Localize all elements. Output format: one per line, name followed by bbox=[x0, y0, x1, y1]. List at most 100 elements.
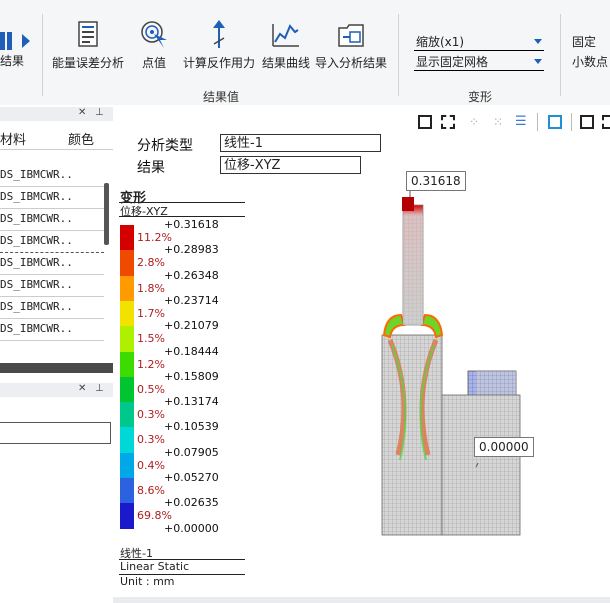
point-value-label: 点值 bbox=[141, 56, 166, 70]
legend-percent-label: 8.6% bbox=[137, 484, 165, 497]
legend-percent-label: 1.8% bbox=[137, 281, 165, 295]
legend-value-label: +0.05270 bbox=[164, 471, 219, 484]
model-right-body bbox=[441, 394, 521, 536]
material-name: DS_IBMCWR.. bbox=[0, 278, 73, 291]
close-icon[interactable]: ✕ bbox=[78, 107, 86, 118]
toolbar-divider bbox=[571, 113, 572, 131]
compute-reaction-force-label: 计算反作用力 bbox=[182, 56, 255, 70]
toolbar-divider bbox=[537, 113, 538, 131]
legend-value-label: +0.31618 bbox=[164, 218, 219, 231]
min-value-callout[interactable]: 0.00000 bbox=[474, 437, 534, 457]
legend-color-band bbox=[120, 351, 134, 378]
mesh-display-combo[interactable]: 显示固定网格 bbox=[414, 52, 544, 71]
results-tab-label: 结果 bbox=[0, 54, 25, 68]
select-elements-icon[interactable]: ⁙ bbox=[493, 115, 507, 129]
material-column-header[interactable]: 材料 bbox=[0, 129, 26, 148]
legend-color-band bbox=[120, 300, 134, 327]
material-name: DS_IBMCWR.. bbox=[0, 300, 73, 313]
panel-header: ✕ ⊥ bbox=[0, 383, 113, 397]
horizontal-scrollbar[interactable] bbox=[0, 363, 113, 373]
analysis-type-value: 线性-1 bbox=[224, 136, 263, 151]
dashed-box-icon[interactable] bbox=[441, 115, 455, 129]
model-arm-left bbox=[382, 313, 406, 339]
max-value-text: 0.31618 bbox=[411, 174, 461, 188]
result-curve-button[interactable]: 结果曲线 bbox=[260, 20, 312, 71]
result-curve-icon bbox=[272, 24, 299, 47]
material-row[interactable]: DS_IBMCWR.. bbox=[0, 164, 104, 187]
material-name: DS_IBMCWR.. bbox=[0, 212, 73, 225]
import-analysis-results-button[interactable]: 导入分析结果 bbox=[314, 20, 388, 71]
legend-color-band bbox=[120, 452, 134, 479]
legend-color-band bbox=[120, 402, 134, 429]
material-row[interactable]: DS_IBMCWR.. bbox=[0, 230, 104, 253]
legend-percent-label: 11.2% bbox=[137, 231, 172, 244]
material-name: DS_IBMCWR.. bbox=[0, 168, 73, 181]
compute-reaction-force-button[interactable]: 计算反作用力 bbox=[181, 20, 257, 71]
fea-model[interactable] bbox=[368, 175, 608, 545]
legend-case-name: 线性-1 bbox=[120, 547, 153, 560]
fixed-label[interactable]: 固定 bbox=[572, 33, 596, 50]
chevron-down-icon bbox=[534, 39, 542, 44]
legend-percent-label: 69.8% bbox=[137, 509, 172, 523]
frame-view-icon[interactable] bbox=[548, 115, 562, 129]
legend-color-band bbox=[120, 478, 134, 504]
energy-error-analysis-button[interactable]: 能量误差分析 bbox=[50, 20, 126, 71]
material-name: DS_IBMCWR.. bbox=[0, 190, 73, 203]
analysis-type-field[interactable]: 线性-1 bbox=[220, 134, 381, 152]
material-name: DS_IBMCWR.. bbox=[0, 256, 73, 269]
mesh-display-value: 显示固定网格 bbox=[416, 55, 489, 69]
model-lower-body bbox=[381, 334, 443, 536]
model-arm-right bbox=[420, 313, 444, 339]
material-name: DS_IBMCWR.. bbox=[0, 322, 73, 335]
vertical-scrollbar-thumb[interactable] bbox=[104, 183, 109, 245]
pin-icon[interactable]: ⊥ bbox=[95, 107, 104, 118]
material-name: DS_IBMCWR.. bbox=[0, 234, 73, 247]
material-row[interactable]: DS_IBMCWR.. bbox=[0, 296, 104, 319]
legend-analysis-type: Linear Static bbox=[120, 560, 190, 573]
legend-value-label: +0.15809 bbox=[164, 369, 219, 383]
select-points-icon[interactable]: ⁘ bbox=[469, 115, 483, 129]
result-field[interactable]: 位移-XYZ bbox=[220, 156, 361, 174]
material-row[interactable]: DS_IBMCWR.. bbox=[0, 318, 104, 341]
point-value-button[interactable]: 点值 bbox=[136, 20, 172, 71]
decimal-label[interactable]: 小数点 bbox=[572, 53, 608, 70]
ribbon-separator bbox=[42, 14, 43, 96]
legend-percent-label: 0.4% bbox=[137, 458, 165, 472]
panel-header: ✕ ⊥ bbox=[0, 107, 113, 121]
column-header-divider bbox=[0, 149, 113, 150]
list-view-icon[interactable]: ☰ bbox=[515, 115, 529, 129]
reaction-force-icon bbox=[213, 20, 225, 48]
box-view-icon[interactable] bbox=[418, 115, 432, 129]
property-field[interactable] bbox=[0, 422, 111, 444]
legend-color-band bbox=[120, 275, 134, 302]
material-row[interactable]: DS_IBMCWR.. bbox=[0, 252, 104, 275]
legend-value-label: +0.23714 bbox=[164, 293, 219, 307]
color-column-header[interactable]: 颜色 bbox=[68, 129, 94, 148]
results-tab-fragment[interactable]: 结果 bbox=[0, 14, 40, 74]
results-tab-icon bbox=[0, 32, 30, 50]
legend-percent-label: 0.3% bbox=[137, 433, 165, 447]
legend-color-band bbox=[120, 376, 134, 403]
import-folder-icon bbox=[338, 24, 364, 47]
legend-percent-label: 2.8% bbox=[137, 256, 165, 270]
probe-box-icon[interactable] bbox=[580, 115, 594, 129]
legend-value-label: +0.07905 bbox=[164, 445, 219, 459]
legend-value-label: +0.18444 bbox=[164, 344, 219, 358]
result-value: 位移-XYZ bbox=[224, 158, 281, 173]
scale-combo[interactable]: 缩放(x1) bbox=[414, 32, 544, 51]
energy-error-analysis-label: 能量误差分析 bbox=[51, 56, 124, 70]
material-row[interactable]: DS_IBMCWR.. bbox=[0, 186, 104, 209]
material-row[interactable]: DS_IBMCWR.. bbox=[0, 208, 104, 231]
result-label: 结果 bbox=[137, 160, 165, 176]
probe-dashed-icon[interactable] bbox=[602, 115, 610, 129]
result-curve-label: 结果曲线 bbox=[261, 56, 310, 70]
legend-color-band bbox=[120, 503, 134, 530]
legend-value-label: +0.28983 bbox=[164, 243, 219, 257]
close-icon[interactable]: ✕ bbox=[78, 383, 86, 394]
legend-percent-label: 0.5% bbox=[137, 382, 165, 396]
document-chart-icon bbox=[78, 21, 98, 47]
max-value-callout[interactable]: 0.31618 bbox=[406, 171, 466, 191]
chevron-down-icon bbox=[534, 59, 542, 64]
pin-icon[interactable]: ⊥ bbox=[95, 383, 104, 394]
material-row[interactable]: DS_IBMCWR.. bbox=[0, 274, 104, 297]
